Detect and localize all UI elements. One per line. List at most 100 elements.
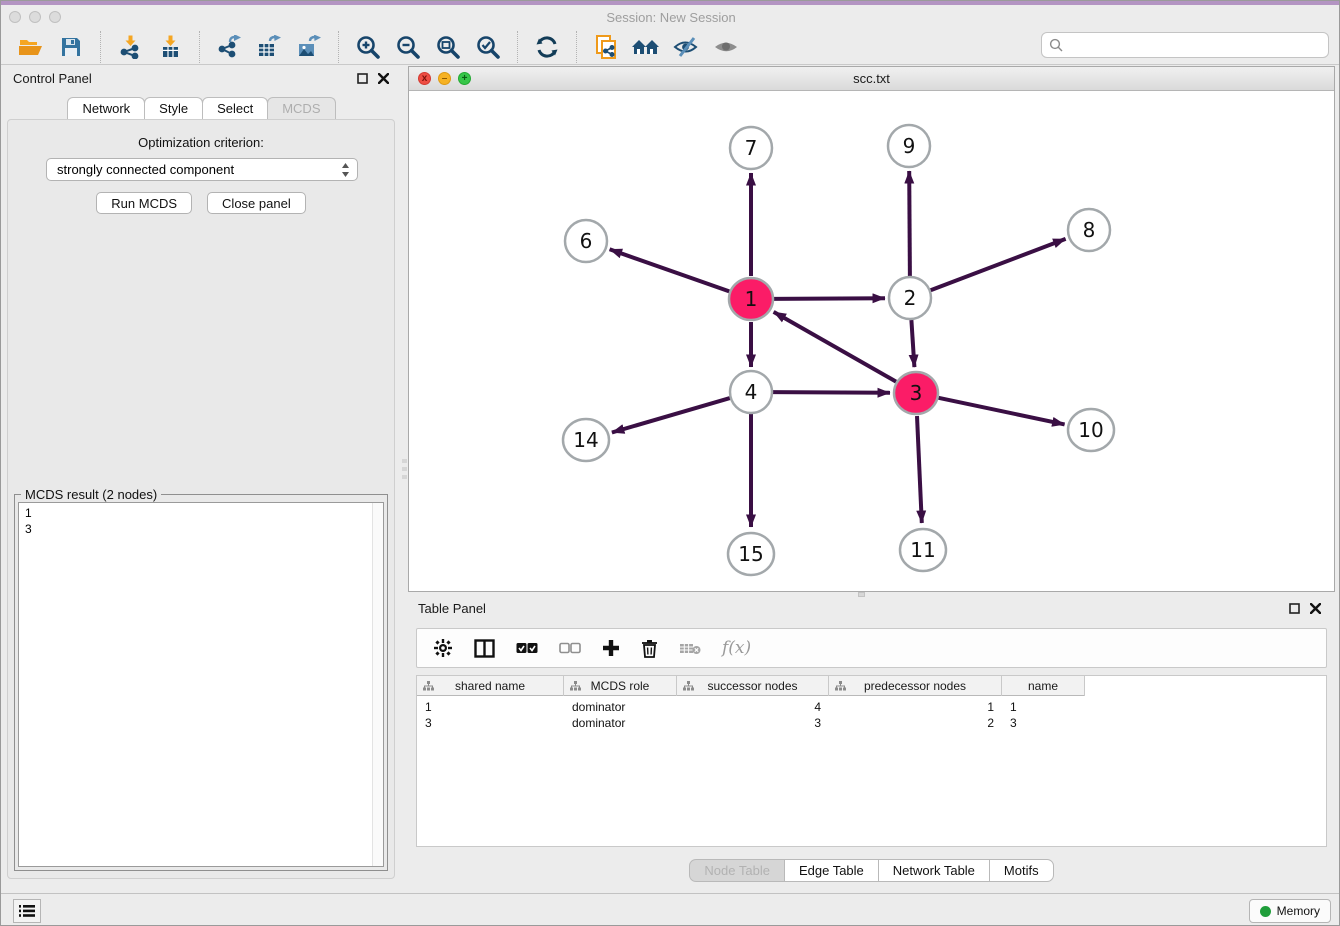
tab-edge-table[interactable]: Edge Table: [784, 859, 878, 882]
edge-4-3[interactable]: [773, 392, 890, 393]
result-scrollbar[interactable]: [372, 503, 383, 866]
apply-layout-icon[interactable]: [530, 31, 564, 63]
cell[interactable]: 1: [1002, 699, 1085, 715]
import-table-icon[interactable]: [153, 31, 187, 63]
tab-network[interactable]: Network: [67, 97, 145, 119]
edge-4-14[interactable]: [612, 398, 730, 432]
network-view-window: x – + scc.txt 7968124314101511: [408, 66, 1335, 592]
tab-node-table[interactable]: Node Table: [689, 859, 784, 882]
node-label-2: 2: [904, 286, 917, 310]
first-neighbors-icon[interactable]: [629, 31, 663, 63]
table-row[interactable]: 3 dominator 3 2 3: [417, 715, 1085, 731]
import-network-icon[interactable]: [113, 31, 147, 63]
search-input[interactable]: [1041, 32, 1329, 58]
mcds-result-text[interactable]: 1 3: [18, 502, 384, 867]
save-session-icon[interactable]: [54, 31, 88, 63]
cell[interactable]: dominator: [564, 715, 677, 731]
zoom-out-icon[interactable]: [391, 31, 425, 63]
node-table[interactable]: shared name MCDS role successor nodes pr…: [416, 675, 1327, 847]
toolbar-separator: [517, 31, 518, 63]
close-panel-button[interactable]: Close panel: [207, 192, 306, 214]
table-toolbar: f(x): [416, 628, 1327, 668]
hide-selected-icon[interactable]: [669, 31, 703, 63]
edge-2-8[interactable]: [931, 239, 1066, 290]
float-panel-icon[interactable]: [357, 73, 368, 84]
cell[interactable]: dominator: [564, 699, 677, 715]
tab-network-table[interactable]: Network Table: [878, 859, 989, 882]
export-image-icon[interactable]: [292, 31, 326, 63]
table-row[interactable]: 1 dominator 4 1 1: [417, 699, 1085, 715]
zoom-selected-icon[interactable]: [471, 31, 505, 63]
open-file-icon[interactable]: [14, 31, 48, 63]
node-label-11: 11: [910, 538, 935, 562]
cell[interactable]: 3: [677, 715, 829, 731]
close-panel-icon[interactable]: [378, 73, 389, 84]
network-graph[interactable]: 7968124314101511: [409, 91, 1334, 591]
network-canvas[interactable]: 7968124314101511: [409, 91, 1334, 591]
tab-mcds[interactable]: MCDS: [267, 97, 335, 119]
edge-1-2[interactable]: [774, 298, 885, 299]
edge-2-9[interactable]: [909, 171, 910, 276]
run-mcds-button[interactable]: Run MCDS: [96, 192, 192, 214]
cell[interactable]: 2: [829, 715, 1002, 731]
node-label-9: 9: [903, 134, 916, 158]
vertical-splitter[interactable]: [401, 65, 408, 893]
edge-3-10[interactable]: [939, 398, 1065, 425]
select-all-icon[interactable]: [516, 642, 538, 654]
add-row-icon[interactable]: [602, 639, 620, 657]
split-columns-icon[interactable]: [474, 639, 495, 658]
function-builder-icon[interactable]: f(x): [722, 638, 751, 658]
float-table-panel-icon[interactable]: [1289, 603, 1300, 614]
edge-3-1[interactable]: [774, 312, 896, 382]
splitter-grip[interactable]: [402, 459, 407, 479]
close-table-panel-icon[interactable]: [1310, 603, 1321, 614]
table-panel: Table Panel: [408, 597, 1335, 889]
node-label-15: 15: [738, 542, 763, 566]
memory-status-icon: [1260, 906, 1271, 917]
delete-table-icon[interactable]: [679, 641, 701, 656]
edge-1-6[interactable]: [610, 249, 730, 291]
toolbar-separator: [338, 31, 339, 63]
control-panel-title: Control Panel: [13, 71, 92, 86]
optimization-criterion-select[interactable]: strongly connected component: [46, 158, 358, 181]
node-label-4: 4: [745, 380, 758, 404]
show-all-icon[interactable]: [709, 31, 743, 63]
column-header-mcds-role[interactable]: MCDS role: [564, 676, 677, 696]
table-panel-title: Table Panel: [418, 601, 486, 616]
search-icon: [1049, 38, 1064, 53]
cell[interactable]: 3: [1002, 715, 1085, 731]
table-header-row: shared name MCDS role successor nodes pr…: [417, 676, 1085, 696]
column-header-shared-name[interactable]: shared name: [417, 676, 564, 696]
unselect-all-icon[interactable]: [559, 642, 581, 654]
node-label-10: 10: [1078, 418, 1103, 442]
tab-style[interactable]: Style: [144, 97, 203, 119]
export-network-icon[interactable]: [212, 31, 246, 63]
toolbar-separator: [576, 31, 577, 63]
zoom-fit-icon[interactable]: [431, 31, 465, 63]
edge-3-11[interactable]: [917, 416, 922, 523]
list-icon: [19, 904, 35, 918]
column-header-predecessor-nodes[interactable]: predecessor nodes: [829, 676, 1002, 696]
node-label-7: 7: [745, 136, 758, 160]
clone-network-icon[interactable]: [589, 31, 623, 63]
node-label-14: 14: [573, 428, 598, 452]
tab-select[interactable]: Select: [202, 97, 268, 119]
node-label-3: 3: [910, 381, 923, 405]
memory-button[interactable]: Memory: [1249, 899, 1331, 923]
delete-row-icon[interactable]: [641, 639, 658, 658]
column-header-successor-nodes[interactable]: successor nodes: [677, 676, 829, 696]
mcds-panel: Optimization criterion: strongly connect…: [7, 119, 395, 879]
cell[interactable]: 1: [829, 699, 1002, 715]
export-table-icon[interactable]: [252, 31, 286, 63]
cell[interactable]: 1: [417, 699, 564, 715]
status-bar: Memory: [1, 893, 1340, 926]
network-window-titlebar[interactable]: x – + scc.txt: [409, 67, 1334, 91]
edge-2-3[interactable]: [911, 320, 914, 367]
tab-motifs[interactable]: Motifs: [989, 859, 1054, 882]
task-history-button[interactable]: [13, 899, 41, 923]
cell[interactable]: 3: [417, 715, 564, 731]
table-settings-icon[interactable]: [433, 638, 453, 658]
zoom-in-icon[interactable]: [351, 31, 385, 63]
cell[interactable]: 4: [677, 699, 829, 715]
column-header-name[interactable]: name: [1002, 676, 1085, 696]
